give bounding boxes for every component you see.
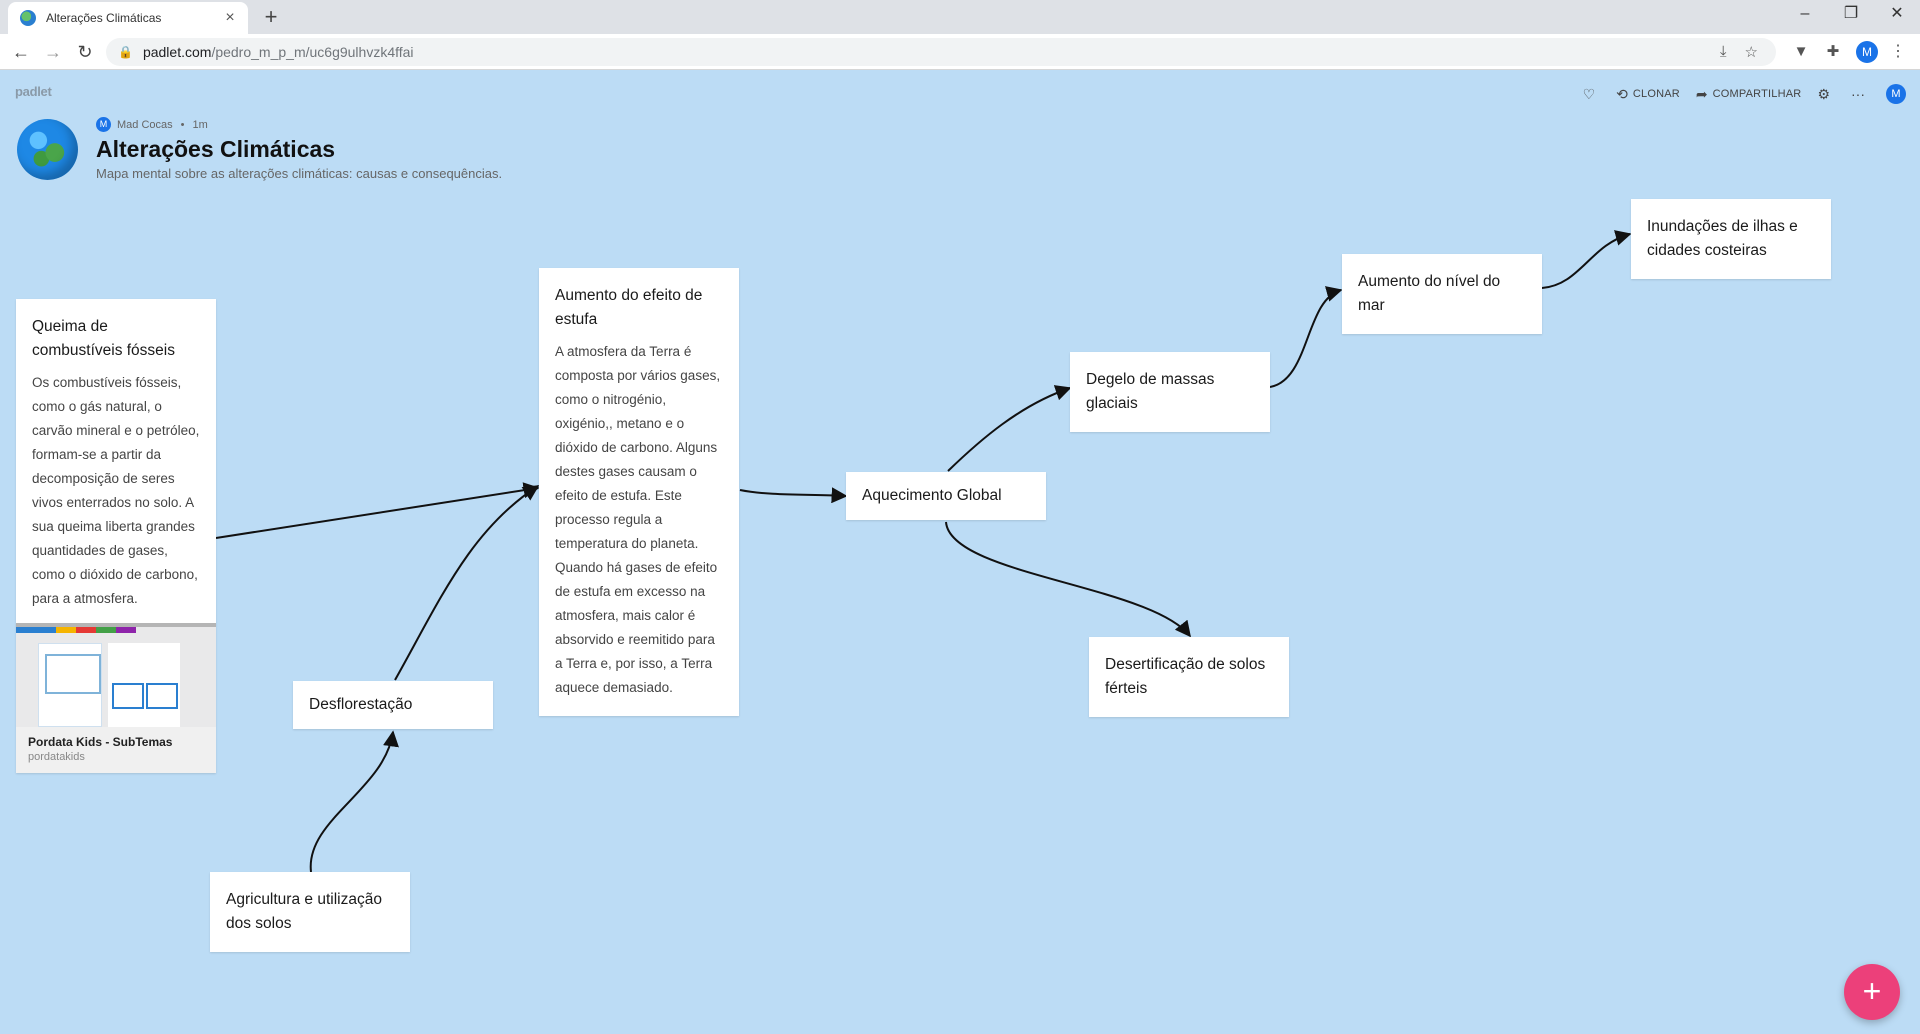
url-text: padlet.com/pedro_m_p_m/uc6g9ulhvzk4ffai [142,44,414,60]
author-avatar[interactable]: M [96,117,111,132]
window-close-icon[interactable]: ✕ [1874,0,1920,30]
card-aquecimento-global[interactable]: Aquecimento Global [846,472,1046,520]
card-inundacoes[interactable]: Inundações de ilhas e cidades costeiras [1631,199,1831,279]
link-preview-site: pordatakids [28,751,85,763]
connector-aquecimento-to-desertificacao [945,521,1191,638]
link-preview-image [16,623,216,727]
connector-aquecimento-to-degelo [947,385,1072,472]
browser-tab[interactable]: Alterações Climáticas × [8,2,248,34]
address-bar[interactable]: 🔒 padlet.com/pedro_m_p_m/uc6g9ulhvzk4ffa… [106,38,1776,66]
card-title: Inundações de ilhas e cidades costeiras [1647,218,1798,259]
minimize-icon[interactable]: – [1782,0,1828,30]
share-button[interactable]: ➦ COMPARTILHAR [1696,86,1802,103]
settings-button[interactable]: ⚙ [1817,86,1835,103]
browser-tabstrip: Alterações Climáticas × + – ❐ ✕ [0,0,1920,34]
post-time: 1m [192,118,208,131]
lock-icon: 🔒 [118,45,133,59]
close-tab-icon[interactable]: × [222,9,238,27]
card-desertificacao[interactable]: Desertificação de solos férteis [1089,637,1289,717]
clone-button[interactable]: ⟲ CLONAR [1616,86,1680,103]
card-desflorestacao[interactable]: Desflorestação [293,681,493,729]
card-title: Degelo de massas glaciais [1086,371,1215,412]
new-tab-button[interactable]: + [258,4,284,30]
share-arrow-icon: ➦ [1695,85,1708,102]
card-degelo[interactable]: Degelo de massas glaciais [1070,352,1270,432]
board-description: Mapa mental sobre as alterações climátic… [96,166,503,181]
card-title: Aquecimento Global [862,487,1002,504]
link-preview-title: Pordata Kids - SubTemas [28,735,173,749]
user-avatar[interactable]: M [1886,84,1906,104]
link-preview[interactable]: Pordata Kids - SubTemas pordatakids [16,623,216,773]
card-title: Aumento do nível do mar [1358,273,1501,314]
card-title: Queima de combustíveis fósseis [32,318,175,359]
restore-icon[interactable]: ❐ [1828,0,1874,30]
add-post-button[interactable]: + [1844,964,1900,1020]
connector-queima-to-estufa [215,482,540,539]
padlet-logo[interactable]: padlet [15,84,52,99]
repeat-icon: ⟲ [1616,85,1628,102]
tab-title: Alterações Climáticas [46,11,162,25]
install-app-icon[interactable]: ⤓ [1720,43,1727,61]
card-agricultura[interactable]: Agricultura e utilização dos solos [210,872,410,952]
author-name[interactable]: Mad Cocas [117,119,173,131]
browser-menu-icon[interactable]: ⋮ [1888,39,1908,65]
forward-arrow-icon[interactable]: → [40,39,66,65]
card-title: Agricultura e utilização dos solos [226,891,382,932]
puzzle-extensions-icon[interactable]: ✚ [1820,39,1846,65]
connector-estufa-to-aquecimento [739,487,848,504]
like-button[interactable]: ♡ [1583,86,1601,103]
more-dots-icon: ··· [1851,86,1865,102]
back-arrow-icon[interactable]: ← [8,39,34,65]
card-nivel-mar[interactable]: Aumento do nível do mar [1342,254,1542,334]
card-body: A atmosfera da Terra é composta por vári… [555,344,721,695]
card-title: Desflorestação [309,696,413,713]
connector-nivel-mar-to-inundacoes [1541,230,1632,289]
board-title: Alterações Climáticas [96,136,336,162]
gear-icon: ⚙ [1817,85,1830,102]
heart-icon: ♡ [1582,85,1596,102]
card-queima-combustiveis[interactable]: Queima de combustíveis fósseis Os combus… [16,299,216,773]
extension-filter-icon[interactable]: ▼ [1788,39,1814,65]
header-actions: ♡ ⟲ CLONAR ➦ COMPARTILHAR ⚙ ··· M [1567,84,1906,104]
reload-icon[interactable]: ↻ [72,39,98,65]
globe-favicon-icon [20,10,36,26]
author-line: M Mad Cocas • 1m [96,117,208,132]
card-title: Aumento do efeito de estufa [555,287,703,328]
browser-toolbar: ← → ↻ 🔒 padlet.com/pedro_m_p_m/uc6g9ulhv… [0,34,1920,70]
connector-desflorestacao-to-estufa [394,485,540,681]
more-button[interactable]: ··· [1851,86,1870,102]
connector-degelo-to-nivel-mar [1269,286,1343,388]
card-body: Os combustíveis fósseis, como o gás natu… [32,375,200,606]
bookmark-star-icon[interactable]: ☆ [1745,43,1758,61]
connector-agricultura-to-desflorestacao [309,730,399,873]
browser-profile-avatar[interactable]: M [1856,41,1878,63]
card-efeito-estufa[interactable]: Aumento do efeito de estufa A atmosfera … [539,268,739,716]
board-globe-icon [17,119,78,180]
card-title: Desertificação de solos férteis [1105,656,1266,697]
